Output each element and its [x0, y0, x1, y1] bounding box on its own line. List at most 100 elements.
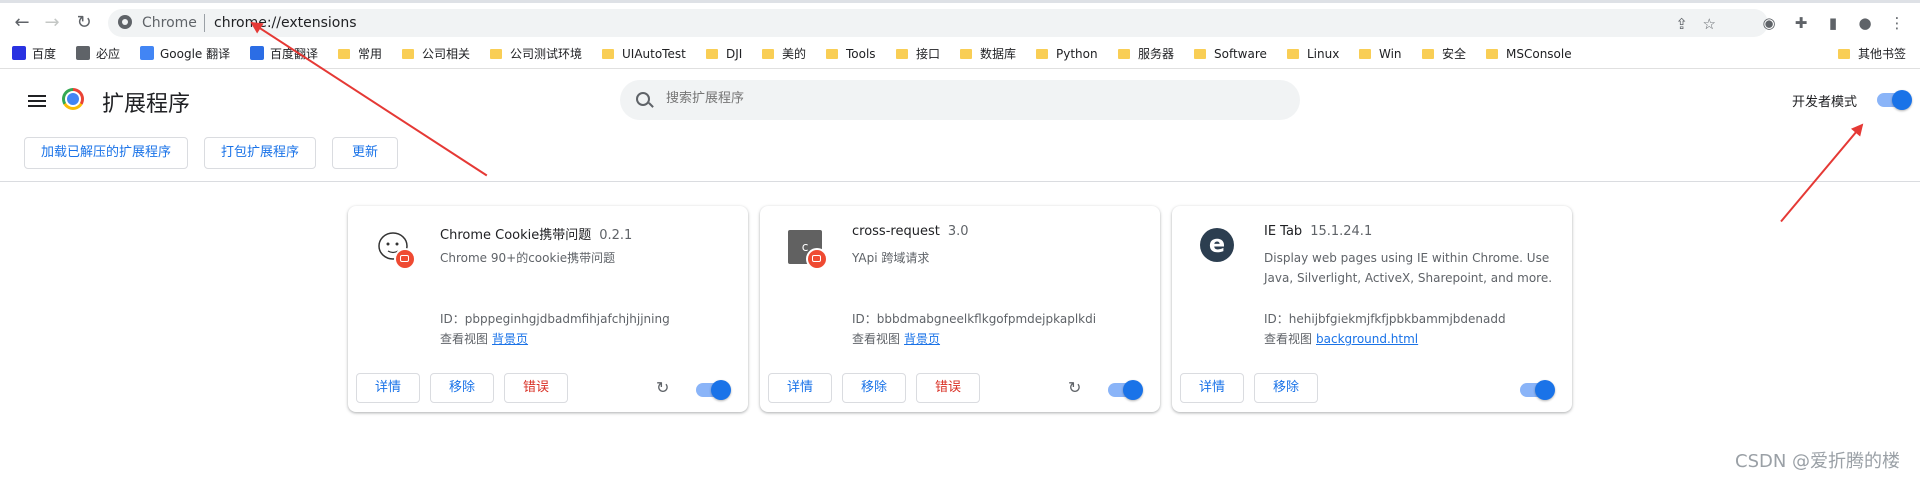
extension-version: 0.2.1 — [599, 228, 633, 243]
bookmark-item[interactable]: UIAutoTest — [602, 45, 686, 63]
bookmark-label: Tools — [846, 47, 876, 61]
bookmark-item[interactable]: 美的 — [762, 45, 806, 63]
extension-enable-toggle[interactable] — [696, 380, 731, 400]
extension-id: pbppeginhgjdbadmfihjafchjhjjning — [464, 312, 670, 326]
folder-icon — [338, 49, 350, 59]
errors-button[interactable]: 错误 — [916, 373, 980, 403]
folder-icon — [602, 49, 614, 59]
bookmark-label: Win — [1379, 47, 1402, 61]
extension-enable-toggle[interactable] — [1108, 380, 1143, 400]
pack-extension-button[interactable]: 打包扩展程序 — [204, 137, 316, 169]
address-separator — [204, 14, 205, 32]
toggle-knob — [1123, 380, 1143, 400]
chrome-logo-icon — [62, 88, 84, 110]
views-label: 查看视图 — [852, 332, 901, 346]
more-menu-icon[interactable]: ⋮ — [1888, 14, 1906, 32]
details-button[interactable]: 详情 — [1180, 373, 1244, 403]
bookmark-label: 服务器 — [1138, 47, 1175, 61]
bookmark-item[interactable]: Linux — [1287, 45, 1339, 63]
search-input[interactable] — [664, 90, 1268, 107]
search-icon — [636, 92, 650, 106]
update-button[interactable]: 更新 — [332, 137, 398, 169]
bookmark-item[interactable]: Win — [1359, 45, 1402, 63]
details-button[interactable]: 详情 — [768, 373, 832, 403]
reload-extension-icon[interactable]: ↻ — [656, 378, 669, 397]
folder-icon — [1486, 49, 1498, 59]
load-unpacked-button[interactable]: 加载已解压的扩展程序 — [24, 137, 188, 169]
remove-button[interactable]: 移除 — [1254, 373, 1318, 403]
views-label: 查看视图 — [440, 332, 489, 346]
toggle-knob — [1892, 90, 1912, 110]
extension-e-icon[interactable]: ◉ — [1760, 14, 1778, 32]
address-bar[interactable]: Chrome chrome://extensions ⇪ ☆ — [108, 9, 1768, 37]
id-label: ID： — [440, 312, 465, 326]
details-button[interactable]: 详情 — [356, 373, 420, 403]
extension-name: Chrome Cookie携带问题 — [440, 228, 592, 243]
remove-button[interactable]: 移除 — [842, 373, 906, 403]
bookmark-label: 数据库 — [980, 47, 1017, 61]
bookmark-item[interactable]: 服务器 — [1118, 45, 1174, 63]
bookmark-item[interactable]: 必应 — [76, 45, 120, 63]
watermark: CSDN @爱折腾的楼 — [1735, 451, 1901, 472]
bookmark-item[interactable]: MSConsole — [1486, 45, 1572, 63]
bookmark-item[interactable]: 公司相关 — [402, 45, 470, 63]
folder-icon — [1422, 49, 1434, 59]
id-label: ID： — [1264, 312, 1289, 326]
extension-description: YApi 跨域请求 — [852, 251, 930, 265]
cross-request-icon: c — [786, 228, 828, 270]
reload-extension-icon[interactable]: ↻ — [1068, 378, 1081, 397]
bookmark-item[interactable]: DJI — [706, 45, 742, 63]
bookmark-label: 公司测试环境 — [510, 47, 583, 61]
forward-arrow-icon[interactable]: → — [40, 11, 64, 35]
folder-icon — [1118, 49, 1130, 59]
remove-button[interactable]: 移除 — [430, 373, 494, 403]
bookmark-star-icon[interactable]: ☆ — [1703, 15, 1716, 33]
puzzle-extensions-icon[interactable]: ✚ — [1792, 14, 1810, 32]
hamburger-menu-icon[interactable] — [28, 92, 46, 110]
extension-version: 3.0 — [947, 224, 969, 239]
other-bookmarks[interactable]: 其他书签 — [1838, 45, 1906, 63]
folder-icon — [1036, 49, 1048, 59]
folder-icon — [706, 49, 718, 59]
views-label: 查看视图 — [1264, 332, 1313, 346]
bookmark-label: 公司相关 — [422, 47, 471, 61]
reload-icon[interactable]: ↻ — [72, 11, 96, 35]
bookmark-item[interactable]: 数据库 — [960, 45, 1016, 63]
extension-name-row: Chrome Cookie携带问题 0.2.1 — [440, 224, 632, 243]
back-arrow-icon[interactable]: ← — [10, 11, 34, 35]
bookmark-item[interactable]: 常用 — [338, 45, 382, 63]
address-url[interactable]: chrome://extensions — [214, 15, 357, 31]
folder-icon — [762, 49, 774, 59]
background-page-link[interactable]: 背景页 — [492, 332, 528, 346]
bookmark-item[interactable]: 接口 — [896, 45, 940, 63]
bookmark-item[interactable]: Python — [1036, 45, 1098, 63]
bookmark-item[interactable]: Software — [1194, 45, 1267, 63]
bookmark-item[interactable]: 安全 — [1422, 45, 1466, 63]
baidu-translate-icon — [250, 46, 264, 60]
extension-enable-toggle[interactable] — [1520, 380, 1555, 400]
folder-icon — [1359, 49, 1371, 59]
side-panel-icon[interactable]: ▮ — [1824, 14, 1842, 32]
errors-button[interactable]: 错误 — [504, 373, 568, 403]
bookmark-item[interactable]: Tools — [826, 45, 876, 63]
chrome-site-icon — [118, 15, 132, 29]
bookmark-item[interactable]: 公司测试环境 — [490, 45, 582, 63]
address-site-label: Chrome — [142, 15, 197, 31]
background-page-link[interactable]: 背景页 — [904, 332, 940, 346]
folder-icon — [1194, 49, 1206, 59]
bookmark-label: 美的 — [782, 47, 807, 61]
bookmark-label: 接口 — [916, 47, 941, 61]
share-icon[interactable]: ⇪ — [1675, 15, 1688, 33]
search-icon — [76, 46, 90, 60]
background-html-link[interactable]: background.html — [1316, 332, 1418, 346]
id-label: ID： — [852, 312, 877, 326]
other-bookmarks-label: 其他书签 — [1858, 47, 1907, 61]
extension-name-row: IE Tab 15.1.24.1 — [1264, 224, 1372, 239]
extensions-search[interactable] — [620, 80, 1300, 120]
extension-name: IE Tab — [1264, 224, 1303, 239]
profile-avatar-icon[interactable]: ● — [1856, 14, 1874, 32]
developer-mode-toggle[interactable] — [1877, 90, 1912, 110]
bookmark-item[interactable]: 百度 — [12, 45, 56, 63]
bookmark-label: Google 翻译 — [160, 47, 231, 61]
bookmark-item[interactable]: Google 翻译 — [140, 45, 230, 63]
